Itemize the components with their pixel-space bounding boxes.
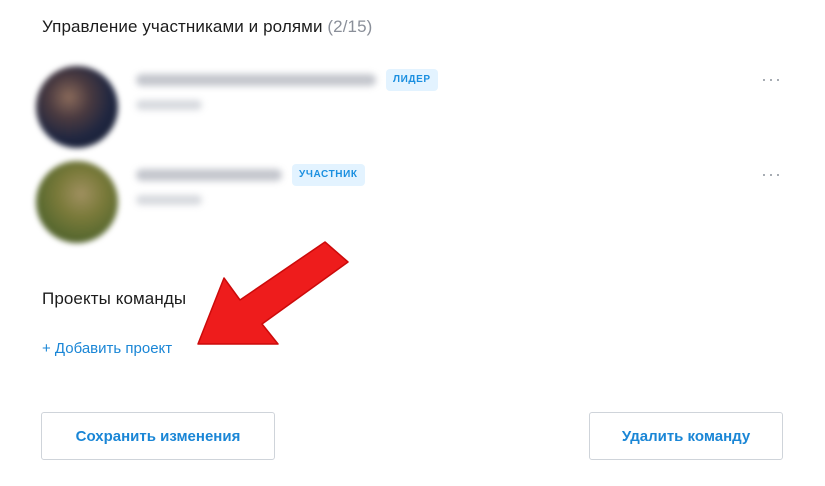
member-subtext-redacted xyxy=(136,195,202,205)
more-options-icon[interactable]: ··· xyxy=(761,165,782,183)
role-badge-leader: ЛИДЕР xyxy=(386,69,438,91)
member-row: ЛИДЕР ··· xyxy=(36,66,786,152)
members-section-title: Управление участниками и ролями (2/15) xyxy=(42,17,372,37)
more-options-icon[interactable]: ··· xyxy=(761,70,782,88)
member-name-redacted xyxy=(136,74,376,86)
projects-section-title: Проекты команды xyxy=(42,289,187,308)
save-changes-button[interactable]: Сохранить изменения xyxy=(41,412,275,460)
member-name-redacted xyxy=(136,169,282,181)
red-arrow-annotation xyxy=(197,241,349,345)
members-count: (2/15) xyxy=(327,17,373,36)
member-row: УЧАСТНИК ··· xyxy=(36,161,786,247)
avatar xyxy=(36,66,118,148)
member-subtext-redacted xyxy=(136,100,202,110)
add-project-link[interactable]: + Добавить проект xyxy=(42,340,172,357)
avatar xyxy=(36,161,118,243)
delete-team-button[interactable]: Удалить команду xyxy=(589,412,783,460)
members-section-title-text: Управление участниками и ролями xyxy=(42,17,323,36)
role-badge-member: УЧАСТНИК xyxy=(292,164,365,186)
